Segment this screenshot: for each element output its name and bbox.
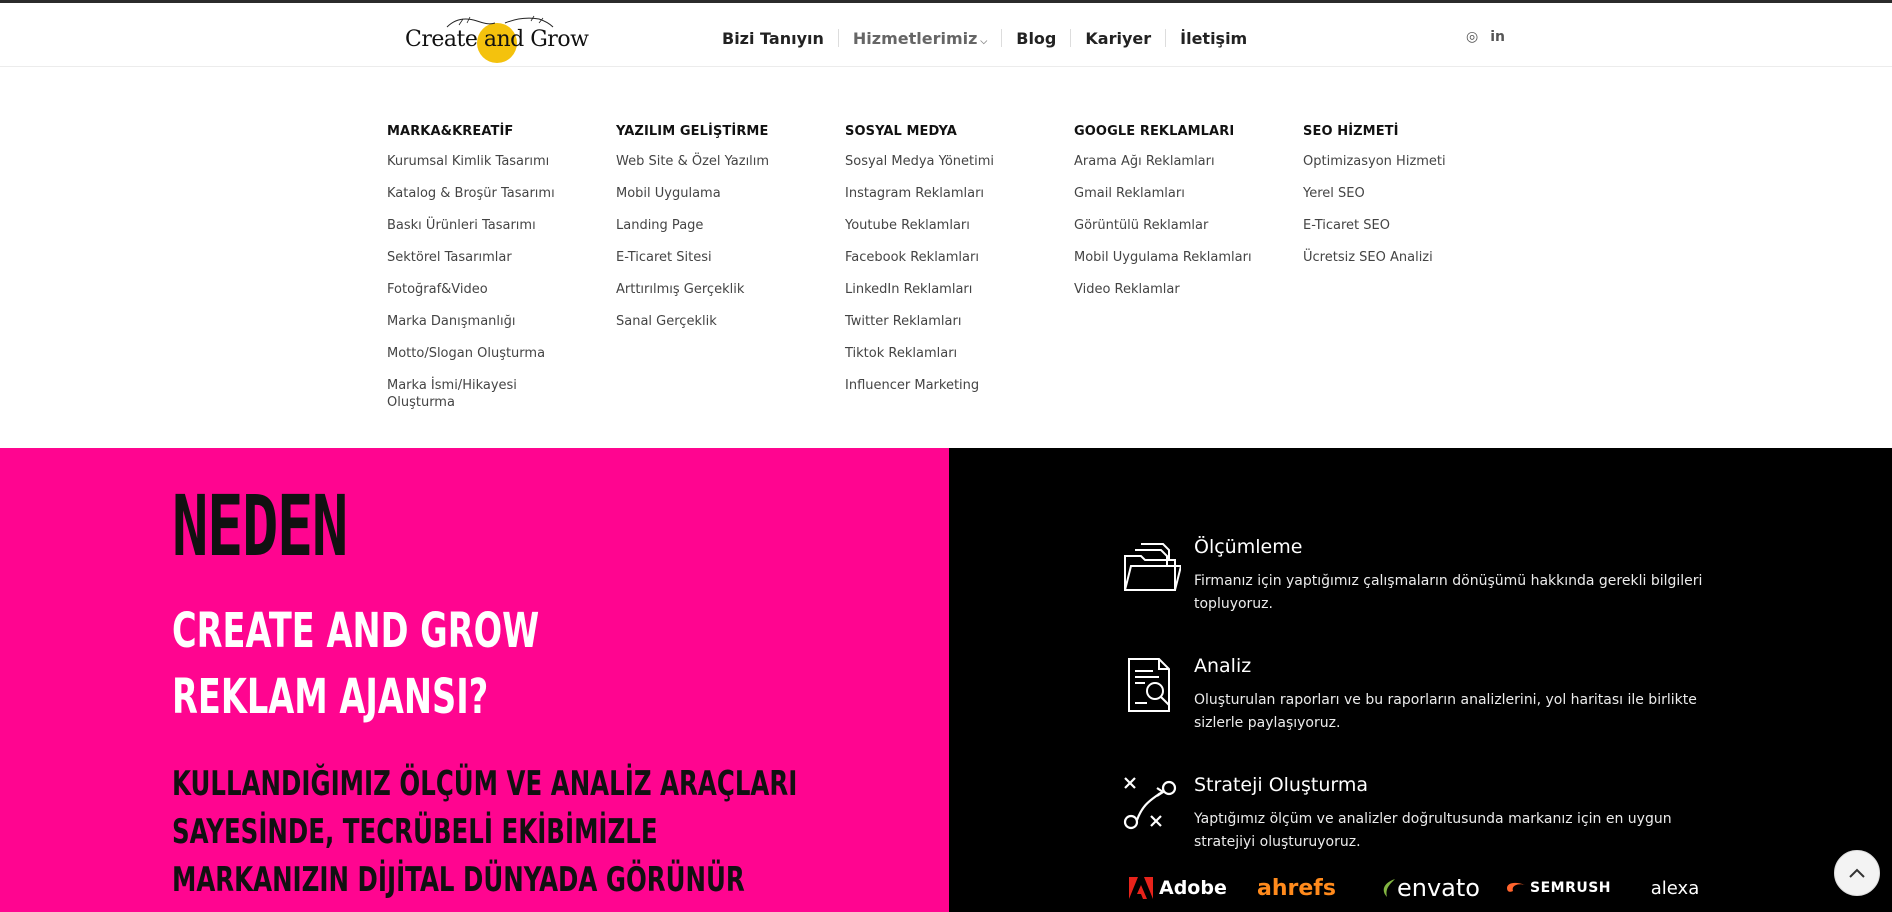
menu-link[interactable]: Mobil Uygulama Reklamları bbox=[1074, 249, 1274, 266]
menu-column-title: SOSYAL MEDYA bbox=[845, 124, 957, 139]
brand-label: envato bbox=[1397, 874, 1480, 902]
menu-link[interactable]: Facebook Reklamları bbox=[845, 249, 1045, 266]
adobe-logo-icon bbox=[1129, 877, 1153, 899]
menu-column-title: MARKA&KREATİF bbox=[387, 124, 514, 139]
menu-link[interactable]: Motto/Slogan Oluşturma bbox=[387, 345, 587, 362]
logo-text: Create and Grow bbox=[405, 27, 589, 52]
brand-label: Adobe bbox=[1159, 877, 1227, 899]
menu-link[interactable]: Sanal Gerçeklik bbox=[616, 313, 816, 330]
brand-ahrefs: ahrefs bbox=[1257, 875, 1336, 901]
nav-services-label: Hizmetlerimiz bbox=[852, 28, 978, 48]
chevron-up-icon bbox=[1849, 868, 1865, 878]
hero-sub-line: MARKANIZIN DİJİTAL DÜNYADA GÖRÜNÜR bbox=[172, 860, 745, 900]
feature-text: Firmanız için yaptığımız çalışmaların dö… bbox=[1194, 573, 1703, 612]
menu-column-social: SOSYAL MEDYA Sosyal Medya Yönetimi Insta… bbox=[845, 124, 1045, 409]
feature-title: Strateji Oluşturma bbox=[1194, 774, 1368, 796]
menu-link[interactable]: Gmail Reklamları bbox=[1074, 185, 1274, 202]
strategy-path-icon bbox=[1123, 777, 1177, 830]
feature-measurement: Ölçümleme Firmanız için yaptığımız çalış… bbox=[1121, 536, 1702, 636]
brand-semrush: SEMRUSH bbox=[1505, 880, 1635, 896]
scroll-to-top-button[interactable] bbox=[1834, 850, 1880, 896]
menu-link[interactable]: Ücretsiz SEO Analizi bbox=[1303, 249, 1503, 266]
nav-blog[interactable]: Blog bbox=[1002, 29, 1070, 48]
menu-column-seo: SEO HİZMETİ Optimizasyon Hizmeti Yerel S… bbox=[1303, 124, 1503, 281]
hero-sub-line: SAYESİNDE, TECRÜBELİ EKİBİMİZLE bbox=[172, 812, 658, 852]
menu-link[interactable]: E-Ticaret Sitesi bbox=[616, 249, 816, 266]
brand-alexa: alexa bbox=[1650, 877, 1700, 899]
menu-link[interactable]: Twitter Reklamları bbox=[845, 313, 1045, 330]
menu-link[interactable]: Marka Danışmanlığı bbox=[387, 313, 587, 330]
features-section: Ölçümleme Firmanız için yaptığımız çalış… bbox=[949, 448, 1892, 912]
feature-analysis: Analiz Oluşturulan raporları ve bu rapor… bbox=[1121, 655, 1697, 755]
feature-title: Analiz bbox=[1194, 655, 1252, 677]
folder-documents-icon bbox=[1124, 543, 1181, 591]
menu-link[interactable]: Tiktok Reklamları bbox=[845, 345, 1045, 362]
nav-contact[interactable]: İletişim bbox=[1166, 29, 1261, 48]
report-magnifier-icon bbox=[1128, 658, 1170, 712]
why-us-section: NEDEN CREATE AND GROW REKLAM AJANSI? KUL… bbox=[0, 448, 949, 912]
brand-adobe: Adobe bbox=[1129, 877, 1257, 899]
menu-column-software: YAZILIM GELİŞTİRME Web Site & Özel Yazıl… bbox=[616, 124, 816, 345]
menu-link[interactable]: Landing Page bbox=[616, 217, 816, 234]
menu-link[interactable]: Optimizasyon Hizmeti bbox=[1303, 153, 1503, 170]
instagram-icon[interactable]: ◎ bbox=[1466, 29, 1478, 45]
menu-link[interactable]: Web Site & Özel Yazılım bbox=[616, 153, 816, 170]
menu-link[interactable]: Influencer Marketing bbox=[845, 377, 1045, 394]
menu-link[interactable]: Marka İsmi/Hikayesi Oluşturma bbox=[387, 377, 557, 411]
logo[interactable]: Create and Grow bbox=[405, 11, 589, 63]
site-header: Create and Grow Bizi Tanıyın Hizmetlerim… bbox=[0, 3, 1892, 67]
feature-strategy: Strateji Oluşturma Yaptığımız ölçüm ve a… bbox=[1121, 774, 1681, 874]
menu-link[interactable]: Video Reklamlar bbox=[1074, 281, 1274, 298]
menu-link[interactable]: Katalog & Broşür Tasarımı bbox=[387, 185, 587, 202]
menu-column-title: SEO HİZMETİ bbox=[1303, 124, 1399, 139]
menu-link[interactable]: Instagram Reklamları bbox=[845, 185, 1045, 202]
menu-link[interactable]: Arama Ağı Reklamları bbox=[1074, 153, 1274, 170]
linkedin-icon[interactable]: in bbox=[1490, 29, 1505, 45]
menu-link[interactable]: LinkedIn Reklamları bbox=[845, 281, 1045, 298]
menu-column-title: YAZILIM GELİŞTİRME bbox=[616, 124, 769, 139]
hero-title-neden: NEDEN bbox=[172, 477, 348, 575]
envato-leaf-icon bbox=[1383, 879, 1395, 897]
menu-link[interactable]: Yerel SEO bbox=[1303, 185, 1503, 202]
feature-text: Yaptığımız ölçüm ve analizler doğrultusu… bbox=[1194, 811, 1672, 850]
feature-text: Oluşturulan raporları ve bu raporların a… bbox=[1194, 692, 1697, 731]
feature-title: Ölçümleme bbox=[1194, 536, 1303, 558]
menu-link[interactable]: Fotoğraf&Video bbox=[387, 281, 587, 298]
menu-link[interactable]: Sosyal Medya Yönetimi bbox=[845, 153, 1045, 170]
menu-column-title: GOOGLE REKLAMLARI bbox=[1074, 124, 1235, 139]
menu-link[interactable]: E-Ticaret SEO bbox=[1303, 217, 1503, 234]
brand-envato: envato bbox=[1381, 874, 1505, 902]
hero-sub-line: KULLANDIĞIMIZ ÖLÇÜM VE ANALİZ ARAÇLARI bbox=[172, 764, 798, 804]
menu-link[interactable]: Baskı Ürünleri Tasarımı bbox=[387, 217, 587, 234]
hero-heading: CREATE AND GROW REKLAM AJANSI? bbox=[172, 598, 539, 730]
menu-link[interactable]: Görüntülü Reklamlar bbox=[1074, 217, 1274, 234]
main-nav: Bizi Tanıyın Hizmetlerimiz ⌵ Blog Kariyer… bbox=[708, 23, 1261, 53]
hero-subheading: KULLANDIĞIMIZ ÖLÇÜM VE ANALİZ ARAÇLARI S… bbox=[172, 760, 797, 904]
semrush-flame-icon bbox=[1507, 882, 1525, 892]
nav-services[interactable]: Hizmetlerimiz ⌵ bbox=[839, 29, 1001, 48]
menu-link[interactable]: Mobil Uygulama bbox=[616, 185, 816, 202]
nav-about[interactable]: Bizi Tanıyın bbox=[708, 29, 838, 48]
menu-link[interactable]: Kurumsal Kimlik Tasarımı bbox=[387, 153, 587, 170]
nav-careers[interactable]: Kariyer bbox=[1071, 29, 1165, 48]
social-links: ◎ in bbox=[1466, 29, 1505, 45]
menu-column-brand: MARKA&KREATİF Kurumsal Kimlik Tasarımı K… bbox=[387, 124, 587, 426]
menu-link[interactable]: Sektörel Tasarımlar bbox=[387, 249, 587, 266]
brand-label: SEMRUSH bbox=[1530, 880, 1612, 896]
partner-brands: Adobe ahrefs envato SEMRUSH alexa bbox=[1129, 868, 1729, 908]
menu-link[interactable]: Youtube Reklamları bbox=[845, 217, 1045, 234]
menu-column-google: GOOGLE REKLAMLARI Arama Ağı Reklamları G… bbox=[1074, 124, 1274, 313]
services-mega-menu: MARKA&KREATİF Kurumsal Kimlik Tasarımı K… bbox=[0, 68, 1892, 448]
chevron-down-icon: ⌵ bbox=[980, 36, 988, 47]
hero-heading-line: REKLAM AJANSI? bbox=[172, 669, 489, 725]
menu-link[interactable]: Arttırılmış Gerçeklik bbox=[616, 281, 816, 298]
hero-heading-line: CREATE AND GROW bbox=[172, 603, 540, 659]
